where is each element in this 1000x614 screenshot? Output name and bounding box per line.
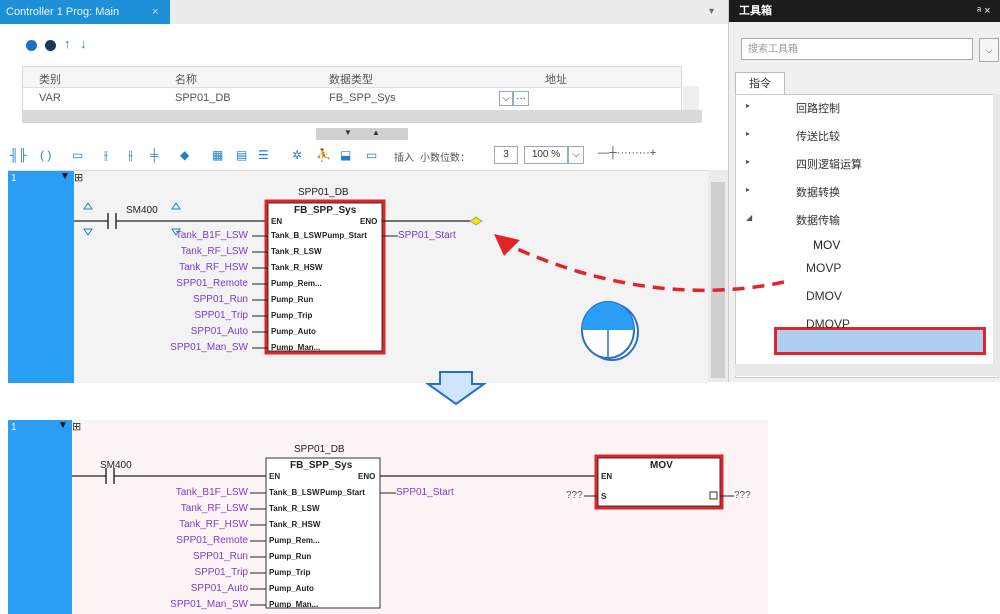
ladder-diagram-result bbox=[72, 454, 734, 609]
fb-input-pin: Pump_Rem... bbox=[269, 536, 320, 545]
mov-s-pin: S bbox=[601, 492, 607, 501]
input-variable[interactable]: SPP01_Trip bbox=[194, 567, 248, 578]
input-variable[interactable]: SPP01_Man_SW bbox=[170, 599, 248, 610]
mov-en-pin: EN bbox=[601, 472, 613, 481]
fb-en-pin: EN bbox=[269, 472, 281, 481]
fb-input-pin: Tank_R_HSW bbox=[269, 520, 321, 529]
fb-output-pin: Pump_Start bbox=[320, 488, 365, 497]
mov-output-operand[interactable]: ??? bbox=[734, 490, 751, 501]
fb-eno-pin: ENO bbox=[358, 472, 376, 481]
mov-block-title: MOV bbox=[650, 460, 673, 471]
contact-label[interactable]: SM400 bbox=[100, 460, 132, 471]
fb-type-label: FB_SPP_Sys bbox=[290, 460, 353, 471]
drag-cursor-icon bbox=[578, 298, 640, 362]
input-variable[interactable]: Tank_RF_LSW bbox=[181, 503, 248, 514]
input-variable[interactable]: Tank_RF_HSW bbox=[179, 519, 248, 530]
fb-input-pin: Pump_Trip bbox=[269, 568, 311, 577]
input-variable[interactable]: Tank_B1F_LSW bbox=[176, 487, 248, 498]
fb-input-pin: Pump_Run bbox=[269, 552, 312, 561]
fb-input-pin: Pump_Auto bbox=[269, 584, 314, 593]
ladder-canvas-result: 1 ▼ ⊞ SM400 SPP01_DB FB_SPP_Sys EN ENO T… bbox=[8, 420, 768, 614]
input-variable[interactable]: SPP01_Auto bbox=[191, 583, 248, 594]
fb-input-pin: Tank_B_LSW bbox=[269, 488, 320, 497]
fb-input-pin: Tank_R_LSW bbox=[269, 504, 320, 513]
fb-instance-label[interactable]: SPP01_DB bbox=[294, 444, 345, 455]
output-variable[interactable]: SPP01_Start bbox=[396, 487, 454, 498]
input-variable[interactable]: SPP01_Run bbox=[193, 551, 248, 562]
fb-input-pin: Pump_Man... bbox=[269, 600, 319, 609]
mov-input-operand[interactable]: ??? bbox=[566, 490, 583, 501]
input-variable[interactable]: SPP01_Remote bbox=[176, 535, 248, 546]
